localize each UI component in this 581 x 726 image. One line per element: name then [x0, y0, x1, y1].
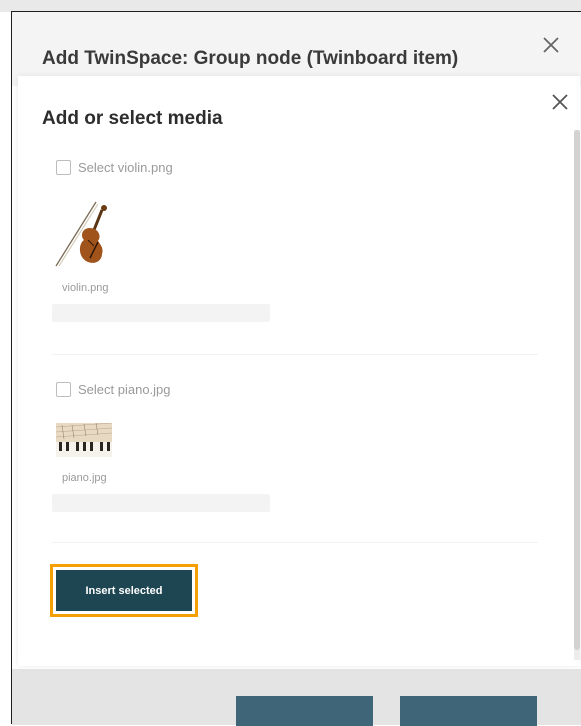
divider: [52, 354, 538, 355]
divider: [52, 542, 538, 543]
violin-image[interactable]: [54, 200, 114, 270]
footer-button-primary[interactable]: [236, 696, 373, 726]
scrollbar-thumb[interactable]: [574, 130, 580, 650]
piano-image[interactable]: [56, 423, 112, 457]
insert-selected-button[interactable]: Insert selected: [56, 570, 192, 611]
media-item-checkbox-row[interactable]: Select piano.jpg: [56, 382, 171, 397]
media-dialog: Add or select media Select violin.png vi…: [18, 76, 580, 666]
select-checkbox[interactable]: [56, 160, 71, 175]
checkbox-label: Select piano.jpg: [78, 382, 171, 397]
file-name: violin.png: [62, 282, 109, 294]
checkbox-label: Select violin.png: [78, 160, 173, 175]
outer-dialog-title: Add TwinSpace: Group node (Twinboard ite…: [42, 48, 459, 69]
footer-button-secondary[interactable]: [400, 696, 537, 726]
media-metadata-placeholder: [52, 494, 270, 512]
media-dialog-title: Add or select media: [42, 108, 223, 129]
media-item-checkbox-row[interactable]: Select violin.png: [56, 160, 173, 175]
file-name: piano.jpg: [62, 472, 107, 484]
select-checkbox[interactable]: [56, 382, 71, 397]
close-icon[interactable]: [550, 92, 570, 112]
insert-selected-focus-ring: Insert selected: [50, 564, 198, 617]
media-metadata-placeholder: [52, 304, 270, 322]
close-icon[interactable]: [540, 34, 562, 56]
